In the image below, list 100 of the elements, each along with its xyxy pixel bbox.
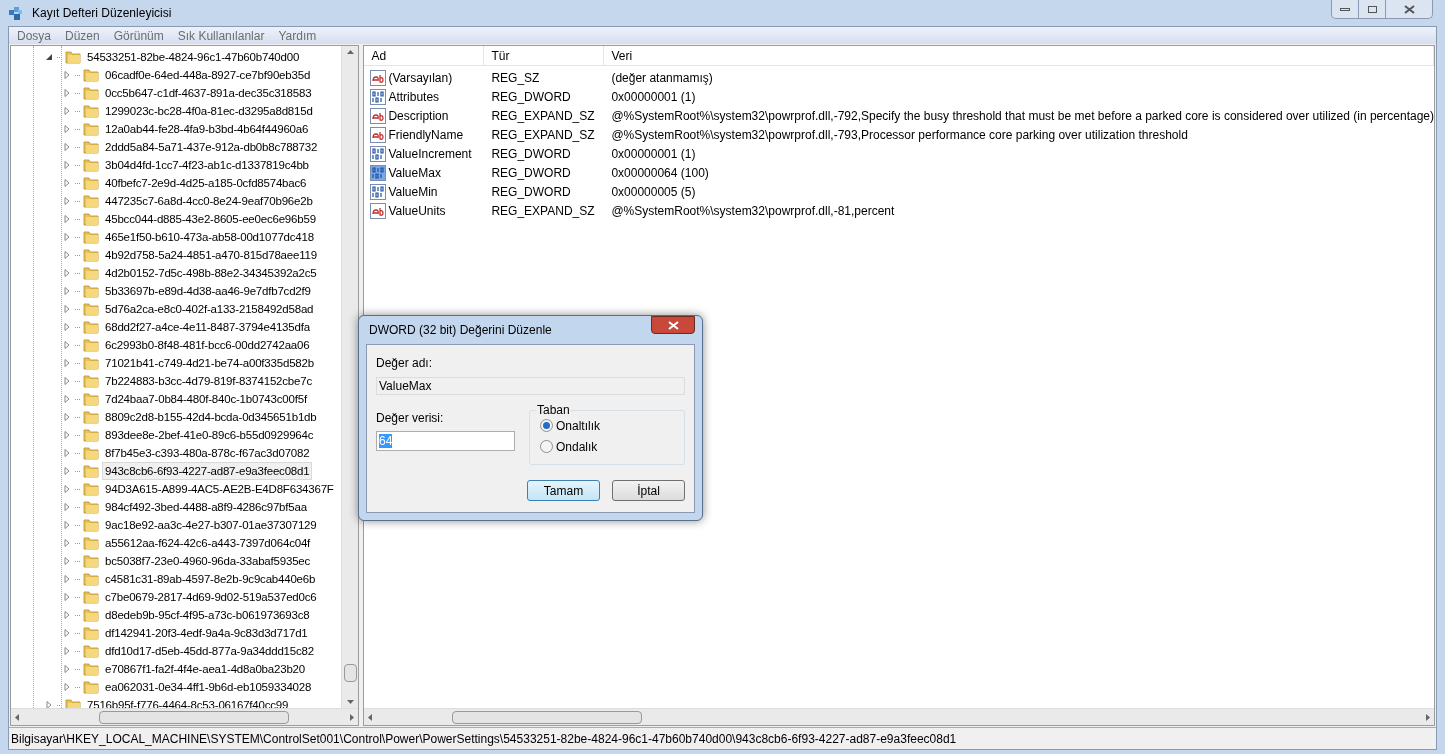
expand-icon[interactable] xyxy=(63,215,71,223)
value-name[interactable]: ValueUnits xyxy=(388,201,446,220)
tree-item[interactable]: 943c8cb6-6f93-4227-ad87-e9a3feec08d1 xyxy=(102,462,313,480)
value-name[interactable]: (Varsayılan) xyxy=(388,68,453,87)
tree-item[interactable]: 5b33697b-e89d-4d38-aa46-9e7dfb7cd2f9 xyxy=(102,282,314,300)
tree-item[interactable]: d8edeb9b-95cf-4f95-a73c-b061973693c8 xyxy=(102,606,313,624)
value-name[interactable]: ValueMin xyxy=(388,182,438,201)
expand-icon[interactable] xyxy=(63,431,71,439)
expand-icon[interactable] xyxy=(63,413,71,421)
expand-icon[interactable] xyxy=(63,593,71,601)
horizontal-scrollbar[interactable] xyxy=(364,708,1434,725)
scroll-left-icon[interactable] xyxy=(368,713,373,721)
tree-item[interactable]: 893dee8e-2bef-41e0-89c6-b55d0929964c xyxy=(102,426,317,444)
tree-item[interactable]: 54533251-82be-4824-96c1-47b60b740d00 xyxy=(84,48,303,66)
radio-button[interactable] xyxy=(540,440,553,453)
tree-item[interactable]: 06cadf0e-64ed-448a-8927-ce7bf90eb35d xyxy=(102,66,314,84)
vertical-scrollbar[interactable] xyxy=(341,46,359,708)
tree-item[interactable]: 45bcc044-d885-43e2-8605-ee0ec6e96b59 xyxy=(102,210,319,228)
tree-item[interactable]: c4581c31-89ab-4597-8e2b-9c9cab440e6b xyxy=(102,570,319,588)
expand-icon[interactable] xyxy=(63,179,71,187)
tree-item[interactable]: bc5038f7-23e0-4960-96da-33abaf5935ec xyxy=(102,552,314,570)
tree-item[interactable]: 8f7b45e3-c393-480a-878c-f67ac3d07082 xyxy=(102,444,313,462)
menu-item[interactable]: Düzen xyxy=(65,26,100,45)
expand-icon[interactable] xyxy=(63,125,71,133)
tree-item[interactable]: 4d2b0152-7d5c-498b-88e2-34345392a2c5 xyxy=(102,264,320,282)
expand-icon[interactable] xyxy=(63,107,71,115)
scroll-left-icon[interactable] xyxy=(15,713,19,721)
dialog-button[interactable]: Tamam xyxy=(527,480,600,501)
menu-item[interactable]: Görünüm xyxy=(113,26,164,45)
expand-icon[interactable] xyxy=(63,539,71,547)
radio-label[interactable]: Onaltılık xyxy=(556,416,600,435)
tree-item[interactable]: 984cf492-3bed-4488-a8f9-4286c97bf5aa xyxy=(102,498,310,516)
menu-item[interactable]: Yardım xyxy=(278,26,317,45)
expand-icon[interactable] xyxy=(63,161,71,169)
scroll-right-icon[interactable] xyxy=(350,713,355,721)
tree-item[interactable]: 2ddd5a84-5a71-437e-912a-db0b8c788732 xyxy=(102,138,321,156)
tree-item[interactable]: 465e1f50-b610-473a-ab58-00d1077dc418 xyxy=(102,228,317,246)
value-name[interactable]: ValueIncrement xyxy=(388,144,472,163)
expand-icon[interactable] xyxy=(63,197,71,205)
expand-icon[interactable] xyxy=(63,557,71,565)
radio-button[interactable] xyxy=(540,419,553,432)
tree-item[interactable]: ea062031-0e34-4ff1-9b6d-eb1059334028 xyxy=(102,678,315,696)
expand-icon[interactable] xyxy=(63,233,71,241)
tree-item[interactable]: dfd10d17-d5eb-45dd-877a-9a34ddd15c82 xyxy=(102,642,317,660)
value-name[interactable]: FriendlyName xyxy=(388,125,464,144)
tree-item[interactable]: 12a0ab44-fe28-4fa9-b3bd-4b64f44960a6 xyxy=(102,120,312,138)
scroll-up-icon[interactable] xyxy=(346,50,354,54)
tree-item[interactable]: 1299023c-bc28-4f0a-81ec-d3295a8d815d xyxy=(102,102,316,120)
expand-icon[interactable] xyxy=(63,485,71,493)
radio-label[interactable]: Ondalık xyxy=(556,437,598,456)
value-name[interactable]: Description xyxy=(388,106,449,125)
tree-item[interactable]: 9ac18e92-aa3c-4e27-b307-01ae37307129 xyxy=(102,516,320,534)
tree-item[interactable]: 3b04d4fd-1cc7-4f23-ab1c-d1337819c4bb xyxy=(102,156,312,174)
value-name[interactable]: ValueMax xyxy=(388,163,441,182)
tree-item[interactable]: 4b92d758-5a24-4851-a470-815d78aee119 xyxy=(102,246,320,264)
expand-icon[interactable] xyxy=(63,467,71,475)
expand-icon[interactable] xyxy=(63,521,71,529)
tree-item[interactable]: 7b224883-b3cc-4d79-819f-8374152cbe7c xyxy=(102,372,315,390)
expand-icon[interactable] xyxy=(63,269,71,277)
close-button[interactable] xyxy=(651,316,695,334)
tree-item[interactable]: 40fbefc7-2e9d-4d25-a185-0cfd8574bac6 xyxy=(102,174,310,192)
scroll-right-icon[interactable] xyxy=(1426,713,1430,721)
expand-icon[interactable] xyxy=(63,287,71,295)
expand-icon[interactable] xyxy=(63,575,71,583)
tree-item[interactable]: 7d24baa7-0b84-480f-840c-1b0743c00f5f xyxy=(102,390,310,408)
tree-item[interactable]: 94D3A615-A899-4AC5-AE2B-E4D8F634367F xyxy=(102,480,337,498)
menu-item[interactable]: Sık Kullanılanlar xyxy=(177,26,265,45)
tree-item[interactable]: 71021b41-c749-4d21-be74-a00f335d582b xyxy=(102,354,317,372)
tree-item[interactable]: 6c2993b0-8f48-481f-bcc6-00dd2742aa06 xyxy=(102,336,313,354)
expand-icon[interactable] xyxy=(63,251,71,259)
scroll-thumb[interactable] xyxy=(343,664,357,682)
expand-icon[interactable] xyxy=(45,701,53,708)
expand-icon[interactable] xyxy=(63,377,71,385)
tree-item[interactable]: df142941-20f3-4edf-9a4a-9c83d3d717d1 xyxy=(102,624,311,642)
expand-icon[interactable] xyxy=(63,143,71,151)
tree-item[interactable]: 68dd2f27-a4ce-4e11-8487-3794e4135dfa xyxy=(102,318,313,336)
expand-icon[interactable] xyxy=(63,359,71,367)
tree-item[interactable]: c7be0679-2817-4d69-9d02-519a537ed0c6 xyxy=(102,588,320,606)
expand-icon[interactable] xyxy=(63,395,71,403)
expand-icon[interactable] xyxy=(63,449,71,457)
tree-item[interactable]: 447235c7-6a8d-4cc0-8e24-9eaf70b96e2b xyxy=(102,192,316,210)
expand-icon[interactable] xyxy=(63,683,71,691)
expand-icon[interactable] xyxy=(63,305,71,313)
dialog-button[interactable]: İptal xyxy=(612,480,685,501)
tree-item[interactable]: 8809c2d8-b155-42d4-bcda-0d345651b1db xyxy=(102,408,320,426)
scroll-down-icon[interactable] xyxy=(346,700,354,704)
value-name[interactable]: Attributes xyxy=(388,87,440,106)
expand-icon[interactable] xyxy=(63,665,71,673)
tree-item[interactable]: 0cc5b647-c1df-4637-891a-dec35c318583 xyxy=(102,84,315,102)
column-header[interactable]: Tür xyxy=(484,46,605,65)
expand-icon[interactable] xyxy=(63,629,71,637)
column-header[interactable]: Ad xyxy=(364,46,485,65)
scroll-thumb[interactable] xyxy=(99,710,289,724)
tree-item[interactable]: e70867f1-fa2f-4f4e-aea1-4d8a0ba23b20 xyxy=(102,660,308,678)
expand-icon[interactable] xyxy=(63,71,71,79)
expand-icon[interactable] xyxy=(63,503,71,511)
collapse-icon[interactable] xyxy=(45,53,53,61)
tree-item[interactable]: 5d76a2ca-e8c0-402f-a133-2158492d58ad xyxy=(102,300,317,318)
expand-icon[interactable] xyxy=(63,323,71,331)
expand-icon[interactable] xyxy=(63,89,71,97)
